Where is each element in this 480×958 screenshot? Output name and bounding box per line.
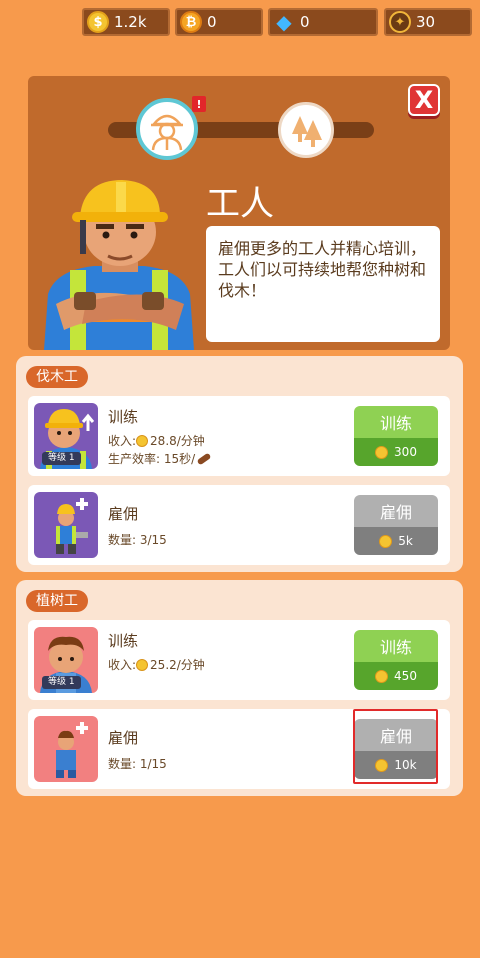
log-icon [196, 452, 212, 465]
token-value: 30 [416, 13, 436, 31]
worker-description: 雇佣更多的工人并精心培训，工人们以可持续地帮您种树和伐木！ [206, 226, 440, 342]
planter-hire-avatar [34, 716, 98, 782]
income-value: 25.2/分钟 [150, 658, 205, 672]
train-button-cost: 300 [354, 438, 438, 466]
train-cost-value: 450 [394, 669, 417, 683]
planter-section-label: 植树工 [26, 590, 88, 612]
coin-icon [136, 434, 149, 447]
lumberjack-avatar: 等级 1 [34, 403, 98, 469]
efficiency-value: 生产效率: 15秒/ [108, 452, 196, 466]
trees-icon [292, 116, 322, 147]
train-button-cost: 450 [354, 662, 438, 690]
token-counter[interactable]: ✦ 30 [384, 8, 472, 36]
planter-figure-icon [56, 722, 88, 778]
diamond-icon: ◆ [276, 10, 292, 34]
lumberjack-section: 伐木工 等级 1 训练 收入: 28.8/分钟 生产效率: 15秒/ 训练 30… [16, 356, 463, 572]
lumberjack-hire-avatar [34, 492, 98, 558]
lumberjack-hire-card: 雇佣 数量: 3/15 雇佣 5k [28, 485, 450, 565]
lumberjack-section-label: 伐木工 [26, 366, 88, 388]
efficiency-line: 生产效率: 15秒/ [108, 450, 212, 467]
cash-coin-icon: $ [87, 11, 109, 33]
worker-panel: ! X 工人 雇佣更多的工人并精心培训，工人们以可持续地帮您种树和伐木！ [28, 76, 450, 350]
train-button-label: 训练 [354, 406, 438, 438]
coin-icon [375, 445, 389, 459]
alert-badge: ! [192, 96, 206, 112]
level-tag: 等级 1 [42, 452, 81, 465]
coin-icon [136, 658, 149, 671]
hire-cost-value: 10k [394, 758, 417, 772]
gold-counter[interactable]: ₿ 0 [175, 8, 263, 36]
gold-value: 0 [207, 13, 217, 31]
lumberjack-train-button[interactable]: 训练 300 [354, 406, 438, 466]
close-button[interactable]: X [408, 84, 440, 116]
coin-icon [375, 669, 389, 683]
hire-cost-value: 5k [398, 534, 413, 548]
tree-node[interactable] [278, 102, 334, 158]
train-button-label: 训练 [354, 630, 438, 662]
income-line: 收入: 28.8/分钟 [108, 432, 205, 449]
train-title: 训练 [108, 632, 139, 650]
hire-button-cost: 5k [354, 527, 438, 555]
planter-section: 植树工 等级 1 训练 收入: 25.2/分钟 训练 450 雇佣 数量: 1/… [16, 580, 463, 796]
cash-counter[interactable]: $ 1.2k [82, 8, 170, 36]
gem-value: 0 [300, 13, 310, 31]
income-label: 收入: [108, 658, 137, 672]
lumberjack-train-card: 等级 1 训练 收入: 28.8/分钟 生产效率: 15秒/ 训练 300 [28, 396, 450, 476]
lumberjack-hire-button[interactable]: 雇佣 5k [354, 495, 438, 555]
hire-title: 雇佣 [108, 729, 139, 747]
hire-button-cost: 10k [354, 751, 438, 779]
planter-train-card: 等级 1 训练 收入: 25.2/分钟 训练 450 [28, 620, 450, 700]
hire-button-label: 雇佣 [354, 719, 438, 751]
coin-icon [379, 534, 393, 548]
gem-counter[interactable]: ◆ 0 [268, 8, 378, 36]
income-line: 收入: 25.2/分钟 [108, 656, 205, 673]
income-value: 28.8/分钟 [150, 434, 205, 448]
worker-node[interactable] [136, 98, 198, 160]
close-icon: X [414, 86, 434, 114]
planter-avatar: 等级 1 [34, 627, 98, 693]
lumberjack-worker-illustration [44, 180, 194, 350]
panel-title: 工人 [206, 184, 274, 224]
planter-hire-card: 雇佣 数量: 1/15 雇佣 10k [28, 709, 450, 789]
worker-silhouette-icon [151, 114, 183, 151]
hire-button-label: 雇佣 [354, 495, 438, 527]
income-label: 收入: [108, 434, 137, 448]
planter-hire-button[interactable]: 雇佣 10k [354, 719, 438, 779]
hire-title: 雇佣 [108, 505, 139, 523]
currency-bar: $ 1.2k ₿ 0 ◆ 0 ✦ 30 [0, 8, 480, 36]
token-icon: ✦ [389, 11, 411, 33]
cash-value: 1.2k [114, 13, 147, 31]
planter-train-button[interactable]: 训练 450 [354, 630, 438, 690]
bitcoin-coin-icon: ₿ [180, 11, 202, 33]
level-tag: 等级 1 [42, 676, 81, 689]
train-title: 训练 [108, 408, 139, 426]
lumberjack-figure-icon [56, 498, 88, 554]
count-line: 数量: 1/15 [108, 757, 167, 771]
train-cost-value: 300 [394, 445, 417, 459]
coin-icon [375, 758, 389, 772]
count-line: 数量: 3/15 [108, 533, 167, 547]
